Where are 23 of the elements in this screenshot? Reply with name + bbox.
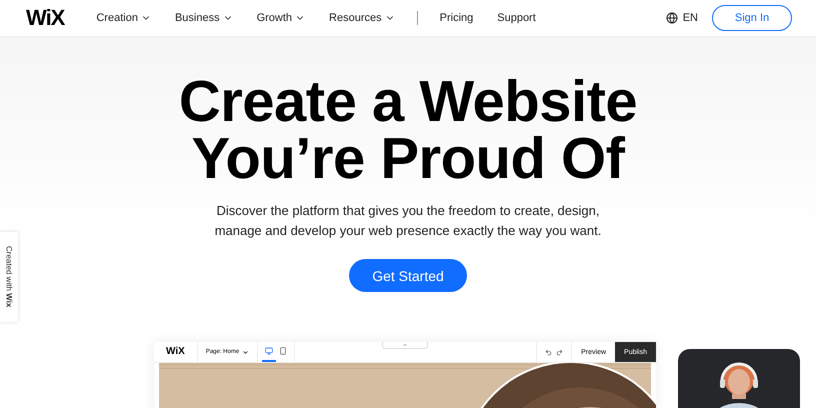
monitor-icon	[265, 347, 274, 355]
hero-title: Create a Website	[178, 73, 638, 130]
nav-link[interactable]: Resources	[329, 12, 395, 24]
globe-icon	[666, 12, 678, 24]
collapse-handle[interactable]	[382, 342, 428, 349]
created-with-wix-badge[interactable]: Created with Wix	[0, 232, 18, 322]
badge-text: Created with Wix	[4, 246, 14, 308]
nav-link[interactable]: Creation	[96, 12, 151, 24]
language-selector[interactable]: EN	[666, 12, 698, 24]
get-started-button[interactable]: Get Started	[349, 259, 467, 292]
nav-link[interactable]: Business	[174, 12, 233, 24]
undo-icon[interactable]	[545, 348, 552, 356]
nav-link[interactable]: Support	[497, 12, 536, 24]
hero-subtitle: Discover the platform that gives you the freedom to create, design, manage and develop your web presence exactly the way you want.	[214, 202, 602, 240]
nav-link[interactable]: Growth	[256, 12, 306, 24]
phone-icon	[279, 347, 288, 355]
hero-title: You’re Proud Of	[192, 130, 624, 187]
chevron-down-icon	[242, 348, 250, 356]
editor-logo: WiX	[154, 342, 198, 362]
wix-logo[interactable]: WiX	[26, 5, 64, 31]
sign-in-button[interactable]: Sign In	[712, 5, 792, 31]
redo-icon[interactable]	[556, 348, 564, 356]
nav-link[interactable]: Pricing	[440, 12, 474, 24]
